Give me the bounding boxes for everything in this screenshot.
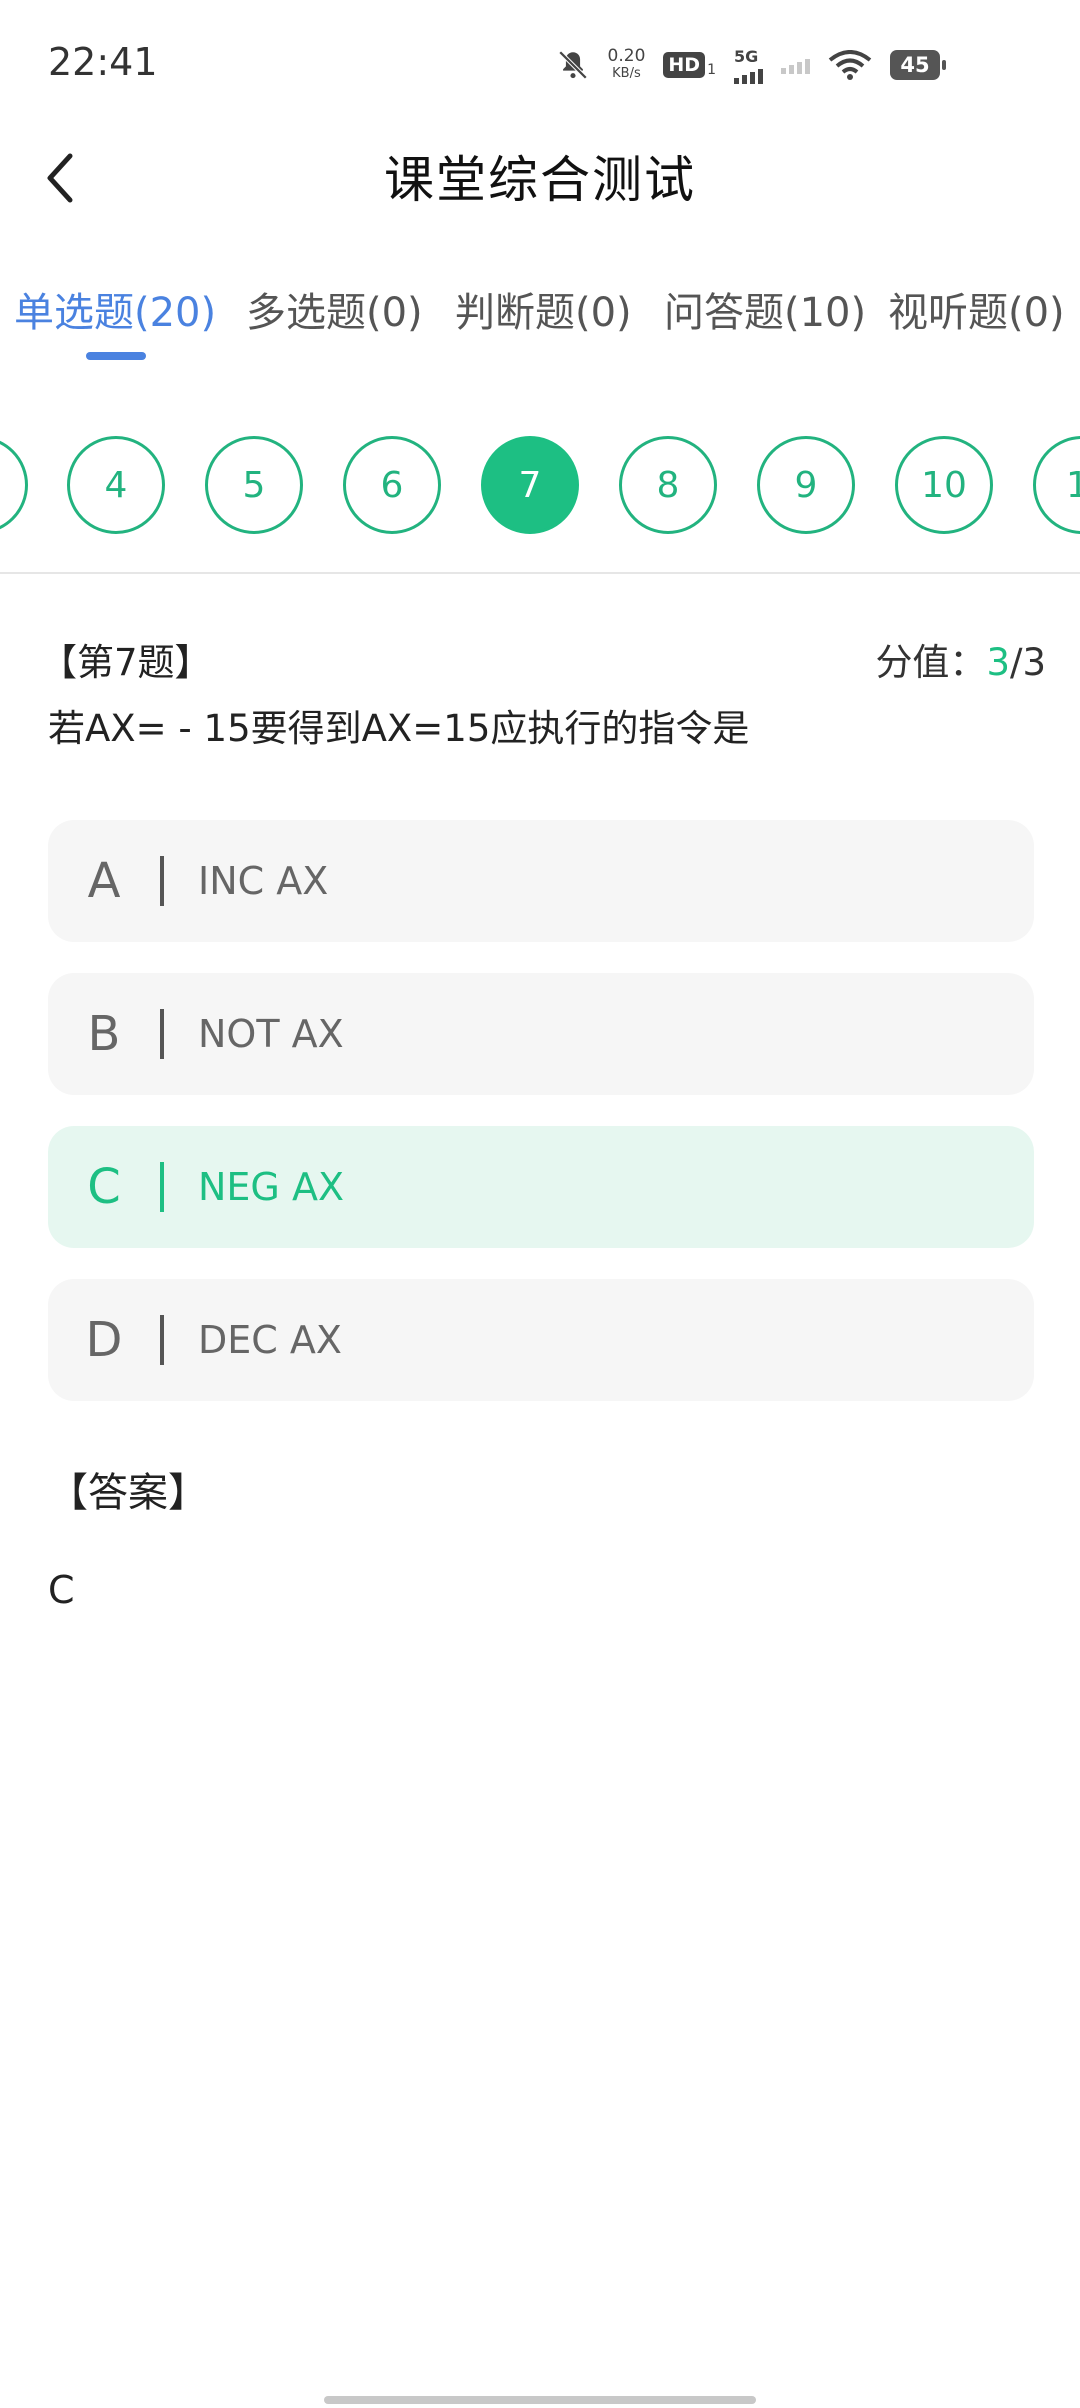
hd-icon: HD xyxy=(663,52,706,78)
hd-sim: 1 xyxy=(707,62,716,78)
question-number-11[interactable]: 11 xyxy=(1033,436,1080,534)
score-prefix: 分值： xyxy=(875,641,987,684)
bell-off-icon xyxy=(558,50,587,80)
header: 课堂综合测试 xyxy=(0,130,1080,220)
question-number-3[interactable]: 3 xyxy=(0,436,28,534)
option-text: DEC AX xyxy=(198,1318,342,1362)
option-text: INC AX xyxy=(198,859,329,903)
tab-active-indicator xyxy=(86,352,146,360)
net-speed-value: 0.20 xyxy=(607,46,646,66)
home-indicator[interactable] xyxy=(324,2396,756,2404)
tab-short-answer[interactable]: 问答题(10) xyxy=(664,280,866,338)
signal-bars-sim2-icon xyxy=(781,56,810,74)
option-text: NEG AX xyxy=(198,1165,344,1209)
option-letter: A xyxy=(87,853,121,909)
tab-audio-visual[interactable]: 视听题(0) xyxy=(888,280,1065,338)
net-speed-unit: KB/s xyxy=(612,66,641,81)
status-bar: 22:41 0.20 KB/s HD 1 5G 45 xyxy=(0,0,1080,130)
question-number-5[interactable]: 5 xyxy=(205,436,303,534)
tab-multiple-choice[interactable]: 多选题(0) xyxy=(246,280,423,338)
option-text: NOT AX xyxy=(198,1012,344,1056)
option-letter: C xyxy=(87,1159,121,1215)
signal-5g: 5G xyxy=(734,47,763,84)
option-letter: B xyxy=(87,1006,121,1062)
score-got: 3 xyxy=(986,641,1010,684)
answer-value: C xyxy=(48,1568,75,1612)
status-time: 22:41 xyxy=(48,40,158,84)
signal-bars-icon xyxy=(734,66,763,84)
question-number-8[interactable]: 8 xyxy=(619,436,717,534)
question-score: 分值：3/3 xyxy=(875,632,1046,686)
score-total: /3 xyxy=(1009,641,1046,684)
divider xyxy=(0,572,1080,574)
option-c-selected[interactable]: C NEG AX xyxy=(48,1126,1034,1248)
option-a[interactable]: A INC AX xyxy=(48,820,1034,942)
wifi-icon xyxy=(828,50,872,80)
hd-indicator: HD 1 xyxy=(663,52,716,78)
question-number-7-current[interactable]: 7 xyxy=(481,436,579,534)
option-separator xyxy=(160,1315,164,1365)
question-text: 若AX= - 15要得到AX=15应执行的指令是 xyxy=(48,707,750,750)
question-index: 【第7题】 xyxy=(40,641,212,684)
question-number-4[interactable]: 4 xyxy=(67,436,165,534)
tab-true-false[interactable]: 判断题(0) xyxy=(455,280,632,338)
battery-icon: 45 xyxy=(890,50,946,80)
question-number-strip[interactable]: 3 4 5 6 7 8 9 10 11 xyxy=(0,436,1080,536)
question-type-tabs: 单选题(20) 多选题(0) 判断题(0) 问答题(10) 视听题(0) xyxy=(0,280,1080,360)
answer-label: 【答案】 xyxy=(48,1470,208,1516)
option-letter: D xyxy=(85,1312,123,1368)
option-separator xyxy=(160,1009,164,1059)
tab-single-choice[interactable]: 单选题(20) xyxy=(14,280,216,338)
question-number-9[interactable]: 9 xyxy=(757,436,855,534)
option-separator xyxy=(160,856,164,906)
option-d[interactable]: D DEC AX xyxy=(48,1279,1034,1401)
net-speed: 0.20 KB/s xyxy=(608,48,646,82)
status-icons: 0.20 KB/s HD 1 5G 45 xyxy=(556,42,946,88)
network-type: 5G xyxy=(734,46,759,66)
page-title: 课堂综合测试 xyxy=(384,151,696,209)
option-separator xyxy=(160,1162,164,1212)
question-number-10[interactable]: 10 xyxy=(895,436,993,534)
question-number-6[interactable]: 6 xyxy=(343,436,441,534)
option-b[interactable]: B NOT AX xyxy=(48,973,1034,1095)
